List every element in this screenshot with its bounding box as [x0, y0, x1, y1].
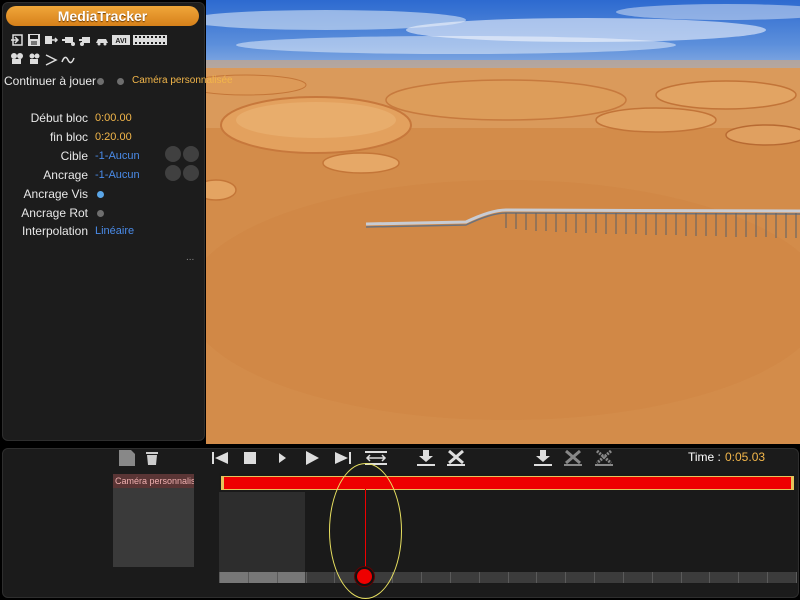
anchor-clear-button[interactable]	[183, 165, 199, 181]
time-value: 0:05.03	[725, 450, 766, 464]
save-icon[interactable]	[27, 33, 41, 47]
more-options-button[interactable]: ...	[186, 252, 194, 263]
interpolation-label: Interpolation	[21, 224, 88, 238]
trash-icon[interactable]	[142, 449, 162, 467]
target-pick-button[interactable]	[165, 146, 181, 162]
film-strip-icon[interactable]	[133, 33, 167, 47]
camera-add-icon[interactable]	[61, 33, 75, 47]
played-region	[219, 492, 305, 572]
ruler-tick	[334, 572, 335, 583]
step-forward-icon[interactable]	[272, 449, 292, 467]
ruler-tick	[767, 572, 768, 583]
avi-label: AVI	[115, 38, 126, 45]
desert-scene	[206, 4, 800, 444]
continue-playing-toggle[interactable]	[97, 78, 104, 85]
anchor-rot-label: Ancrage Rot	[21, 206, 88, 220]
anchor-vis-label: Ancrage Vis	[23, 187, 88, 201]
new-track-icon[interactable]	[117, 449, 137, 467]
camera-mode-label[interactable]: Caméra personnalisée	[132, 75, 233, 86]
target-label: Cible	[60, 149, 88, 163]
track-item-camera[interactable]: Caméra personnalisée	[113, 474, 194, 488]
3d-viewport[interactable]	[206, 0, 800, 444]
ruler-tick	[796, 572, 797, 583]
start-value[interactable]: 0:00.00	[95, 112, 132, 124]
marker-icon[interactable]	[44, 52, 58, 66]
camera-block[interactable]	[221, 476, 794, 490]
delete-key-icon[interactable]	[446, 449, 466, 467]
interpolation-value[interactable]: Linéaire	[95, 225, 134, 237]
open-icon[interactable]	[10, 33, 24, 47]
ruler-tick	[738, 572, 739, 583]
ruler-played	[219, 572, 305, 583]
ruler-tick	[277, 572, 278, 583]
continue-playing-label: Continuer à jouer	[4, 74, 97, 88]
start-label: Début bloc	[30, 111, 88, 125]
time-label: Time :	[688, 450, 721, 464]
ruler-tick	[623, 572, 624, 583]
skip-start-icon[interactable]	[210, 449, 230, 467]
insert-block-icon[interactable]	[533, 449, 553, 467]
car-icon[interactable]	[95, 33, 109, 47]
ruler-tick	[594, 572, 595, 583]
toolbar-row-1: AVI	[10, 33, 167, 47]
ruler-tick	[306, 572, 307, 583]
ruler-tick	[479, 572, 480, 583]
stop-icon[interactable]	[240, 449, 260, 467]
ruler-tick	[421, 572, 422, 583]
target-clear-button[interactable]	[183, 146, 199, 162]
anchor-rot-toggle[interactable]	[97, 210, 104, 217]
camera-remove-icon[interactable]	[78, 33, 92, 47]
camera-icon[interactable]	[10, 52, 24, 66]
ruler-tick	[219, 572, 220, 583]
ruler-tick	[248, 572, 249, 583]
ruler-tick	[508, 572, 509, 583]
path-icon[interactable]	[61, 52, 75, 66]
play-icon[interactable]	[302, 449, 322, 467]
ruler-tick	[450, 572, 451, 583]
skip-end-icon[interactable]	[333, 449, 353, 467]
anchor-value[interactable]: -1-Aucun	[95, 169, 140, 181]
camera-small-icon[interactable]	[27, 52, 41, 66]
camera-toggle[interactable]	[117, 78, 124, 85]
properties-panel	[2, 2, 205, 441]
ruler-tick	[565, 572, 566, 583]
ruler-tick	[652, 572, 653, 583]
target-value[interactable]: -1-Aucun	[95, 150, 140, 162]
delete-all-blocks-icon[interactable]	[594, 449, 614, 467]
delete-block-icon[interactable]	[563, 449, 583, 467]
highlight-ellipse	[329, 463, 402, 599]
toolbar-row-2	[10, 52, 75, 66]
export-icon[interactable]	[44, 33, 59, 47]
anchor-vis-toggle[interactable]	[97, 191, 104, 198]
avi-icon[interactable]: AVI	[112, 33, 130, 47]
end-label: fin bloc	[49, 130, 88, 144]
insert-key-icon[interactable]	[416, 449, 436, 467]
end-value[interactable]: 0:20.00	[95, 131, 132, 143]
ruler-tick	[536, 572, 537, 583]
anchor-pick-button[interactable]	[165, 165, 181, 181]
anchor-label: Ancrage	[43, 168, 88, 182]
ruler-tick	[681, 572, 682, 583]
app-title: MediaTracker	[6, 6, 199, 26]
ruler-tick	[709, 572, 710, 583]
